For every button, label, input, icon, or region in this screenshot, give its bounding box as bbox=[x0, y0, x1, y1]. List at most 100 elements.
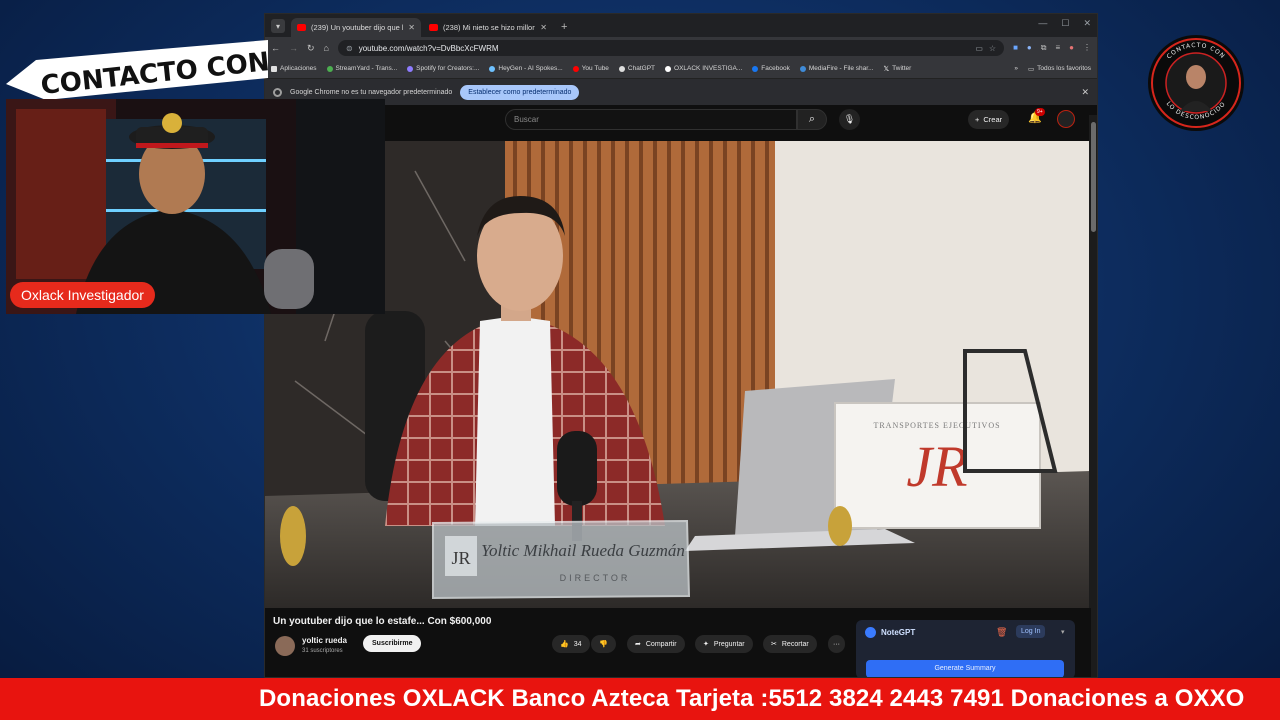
like-count: 34 bbox=[573, 640, 582, 648]
dislike-button[interactable]: 👎 bbox=[591, 635, 616, 653]
chatgpt-icon bbox=[618, 65, 625, 72]
all-favorites-folder[interactable]: ▭ Todos los favoritos bbox=[1028, 65, 1091, 73]
reload-icon[interactable]: ↻ bbox=[307, 43, 315, 54]
share-label: Compartir bbox=[645, 640, 677, 648]
youtube-favicon-icon bbox=[429, 24, 438, 31]
bookmark-label: You Tube bbox=[581, 65, 609, 72]
profile-avatar-icon[interactable]: ● bbox=[1069, 43, 1074, 53]
close-window-icon[interactable]: ✕ bbox=[1083, 18, 1091, 29]
channel-logo: CONTACTO CON LO DESCONOCIDO bbox=[1146, 33, 1246, 133]
back-icon[interactable]: ← bbox=[271, 43, 280, 53]
video-player[interactable]: TRANSPORTES EJECUTIVOS JR JR Yoltic Mikh… bbox=[265, 141, 1091, 608]
window-controls: — ☐ ✕ bbox=[1038, 18, 1091, 29]
more-actions-button[interactable]: ··· bbox=[828, 635, 845, 653]
browser-toolbar: ← → ↻ ⌂ ⊜ youtube.com/watch?v=DvBbcXcFWR… bbox=[265, 37, 1097, 59]
like-button[interactable]: 👍 34 bbox=[552, 635, 590, 653]
plus-icon: + bbox=[975, 115, 980, 124]
login-button[interactable]: Log In bbox=[1016, 625, 1046, 638]
extension-icon[interactable]: ■ bbox=[1013, 43, 1018, 53]
search-icon[interactable]: ⌕ bbox=[797, 109, 827, 130]
bookmarks-more-button[interactable]: » bbox=[1014, 65, 1018, 73]
ticker-text: Donaciones OXLACK Banco Azteca Tarjeta :… bbox=[259, 685, 1245, 712]
apps-grid-icon bbox=[271, 65, 277, 72]
bookmark-item[interactable]: You Tube bbox=[572, 65, 609, 72]
nameplate-logo: JR bbox=[451, 548, 470, 568]
tab-2[interactable]: (238) Mi nieto se hizo millonar ✕ bbox=[423, 18, 553, 37]
tab-1[interactable]: (239) Un youtuber dijo que lo e ✕ bbox=[291, 18, 421, 37]
bookmark-item[interactable]: ChatGPT bbox=[618, 65, 655, 72]
tab-search-button[interactable]: ▾ bbox=[271, 19, 285, 33]
cast-icon[interactable]: ▭ bbox=[975, 44, 983, 53]
bookmark-item[interactable]: Facebook bbox=[752, 65, 790, 72]
scrollbar-thumb[interactable] bbox=[1091, 122, 1096, 232]
bookmark-label: MediaFire - File shar... bbox=[808, 65, 874, 72]
notegpt-title: NoteGPT bbox=[881, 628, 916, 637]
tab-close-icon[interactable]: ✕ bbox=[540, 23, 547, 32]
heygen-icon bbox=[489, 65, 496, 72]
menu-dots-icon[interactable]: ⋮ bbox=[1083, 43, 1091, 53]
tab-close-icon[interactable]: ✕ bbox=[408, 23, 415, 32]
share-button[interactable]: ➦ Compartir bbox=[627, 635, 685, 653]
notice-close-icon[interactable]: ✕ bbox=[1081, 87, 1089, 98]
trash-icon[interactable]: 🗑 bbox=[996, 627, 1007, 638]
bookmark-star-icon[interactable]: ☆ bbox=[989, 44, 996, 53]
bookmark-label: Facebook bbox=[761, 65, 790, 72]
chevron-down-icon[interactable]: ▾ bbox=[1061, 628, 1065, 636]
folder-label: Todos los favoritos bbox=[1037, 65, 1091, 72]
bookmark-item[interactable]: Aplicaciones bbox=[271, 65, 317, 72]
channel-avatar[interactable] bbox=[275, 636, 295, 656]
channel-name[interactable]: yoltic rueda bbox=[302, 636, 347, 645]
media-icon[interactable]: ≡ bbox=[1055, 43, 1060, 53]
create-button[interactable]: + Crear bbox=[968, 110, 1010, 129]
new-tab-button[interactable]: + bbox=[561, 21, 567, 33]
site-info-icon[interactable]: ⊜ bbox=[346, 44, 353, 53]
create-label: Crear bbox=[983, 115, 1003, 124]
notegpt-panel: NoteGPT 🗑 Log In ▾ Generate Summary bbox=[856, 620, 1075, 677]
clip-button[interactable]: ✂ Recortar bbox=[763, 635, 817, 653]
ask-button[interactable]: ✦ Preguntar bbox=[695, 635, 753, 653]
sparkle-icon: ✦ bbox=[703, 641, 709, 648]
subscribe-button[interactable]: Suscribirme bbox=[363, 635, 422, 652]
bookmark-item[interactable]: StreamYard - Trans... bbox=[326, 65, 398, 72]
youtube-icon bbox=[572, 65, 579, 72]
browser-window: ▾ (239) Un youtuber dijo que lo e ✕ (238… bbox=[264, 13, 1098, 678]
streamyard-icon bbox=[326, 65, 333, 72]
bookmark-label: HeyGen - AI Spokes... bbox=[498, 65, 563, 72]
banner-graphic: CONTACTO CON bbox=[6, 40, 271, 101]
address-bar[interactable]: ⊜ youtube.com/watch?v=DvBbcXcFWRM ▭ ☆ bbox=[337, 40, 1005, 56]
url-text: youtube.com/watch?v=DvBbcXcFWRM bbox=[358, 43, 499, 53]
set-default-button[interactable]: Establecer como predeterminado bbox=[460, 84, 580, 100]
puzzle-icon[interactable]: ⧉ bbox=[1041, 43, 1047, 53]
bookmark-item[interactable]: HeyGen - AI Spokes... bbox=[489, 65, 563, 72]
home-icon[interactable]: ⌂ bbox=[324, 43, 329, 53]
generate-summary-button[interactable]: Generate Summary bbox=[866, 660, 1064, 677]
mediafire-icon bbox=[799, 65, 806, 72]
host-name-tag: Oxlack Investigador bbox=[10, 282, 155, 308]
notice-text: Google Chrome no es tu navegador predete… bbox=[290, 88, 453, 96]
video-info: Un youtuber dijo que lo estafe... Con $6… bbox=[265, 608, 1091, 677]
extension-icon[interactable]: ● bbox=[1027, 43, 1032, 53]
extension-icons: ■ ● ⧉ ≡ ● ⋮ bbox=[1013, 43, 1091, 53]
bookmark-item[interactable]: 𝕏 Twitter bbox=[884, 65, 912, 73]
thumbs-down-icon: 👎 bbox=[599, 641, 608, 648]
bookmark-label: StreamYard - Trans... bbox=[335, 65, 398, 72]
microphone-icon[interactable]: 🎙 bbox=[839, 109, 860, 130]
thumbs-up-icon: 👍 bbox=[560, 641, 569, 648]
ask-label: Preguntar bbox=[713, 640, 745, 648]
nameplate-role: DIRECTOR bbox=[560, 573, 631, 583]
account-avatar[interactable] bbox=[1057, 110, 1075, 128]
bookmarks-right: » ▭ Todos los favoritos bbox=[1014, 65, 1091, 73]
tab-title: (238) Mi nieto se hizo millonar bbox=[443, 23, 536, 32]
chrome-icon bbox=[273, 87, 282, 97]
forward-icon[interactable]: → bbox=[289, 43, 298, 53]
logo-graphic: CONTACTO CON LO DESCONOCIDO bbox=[1148, 35, 1244, 131]
minimize-icon[interactable]: — bbox=[1038, 18, 1047, 29]
bookmark-item[interactable]: OXLACK INVESTIGA... bbox=[665, 65, 742, 72]
bookmark-item[interactable]: MediaFire - File shar... bbox=[799, 65, 874, 72]
maximize-icon[interactable]: ☐ bbox=[1061, 18, 1069, 29]
bookmark-item[interactable]: Spotify for Creators:... bbox=[407, 65, 479, 72]
notegpt-logo-icon bbox=[865, 627, 876, 638]
sign-text: TRANSPORTES EJECUTIVOS bbox=[873, 421, 1000, 430]
search-input[interactable]: Buscar bbox=[505, 109, 797, 130]
share-icon: ➦ bbox=[635, 641, 641, 648]
